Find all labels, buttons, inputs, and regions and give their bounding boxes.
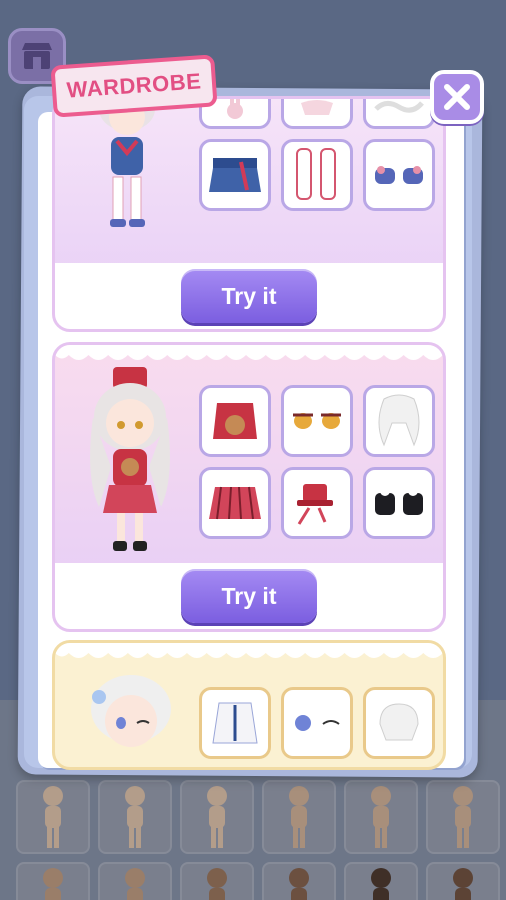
item-grid (199, 99, 435, 211)
outfit-card: Try it (52, 342, 446, 632)
plaid-skirt-icon (209, 486, 261, 520)
body-tile[interactable] (426, 862, 500, 900)
item-slot[interactable] (363, 687, 435, 759)
body-tile-grid (16, 780, 506, 900)
try-it-button[interactable]: Try it (181, 569, 317, 623)
item-slot[interactable] (281, 99, 353, 129)
body-tile[interactable] (180, 780, 254, 854)
item-slot[interactable] (281, 139, 353, 211)
outfit-footer: Try it (55, 563, 443, 629)
body-base-icon (125, 786, 145, 848)
blue-eyes-icon (295, 715, 340, 731)
item-grid (199, 385, 435, 539)
body-tile[interactable] (262, 780, 336, 854)
item-slot[interactable] (199, 385, 271, 457)
body-base-icon (371, 868, 391, 900)
shop-icon (22, 43, 52, 69)
body-tile[interactable] (344, 862, 418, 900)
body-base-icon (207, 868, 227, 900)
white-coat-icon (212, 702, 258, 744)
item-slot[interactable] (363, 139, 435, 211)
item-slot[interactable] (199, 687, 271, 759)
item-slot[interactable] (281, 385, 353, 457)
body-tile[interactable] (180, 862, 254, 900)
lace-trim (55, 643, 443, 658)
body-base-icon (289, 786, 309, 848)
close-icon (444, 84, 470, 110)
amber-eyes-icon (293, 413, 341, 429)
body-base-icon (207, 786, 227, 848)
white-stockings-icon (296, 148, 336, 200)
body-base-icon (125, 868, 145, 900)
body-base-icon (43, 786, 63, 848)
body-tile[interactable] (344, 780, 418, 854)
bunny-accessory-icon (227, 99, 243, 119)
outfit-card (52, 640, 446, 770)
body-base-icon (43, 868, 63, 900)
outfit-doll-preview (91, 675, 171, 747)
denim-skirt-icon (209, 158, 261, 192)
item-slot[interactable] (363, 385, 435, 457)
red-jacket-icon (213, 403, 257, 439)
item-slot[interactable] (281, 467, 353, 539)
outfit-doll-preview (90, 367, 170, 551)
body-tile[interactable] (262, 862, 336, 900)
close-button[interactable] (430, 70, 484, 124)
wardrobe-title: WARDROBE (65, 68, 203, 103)
black-boots-icon (375, 486, 423, 515)
body-base-icon (453, 786, 473, 848)
outfit-card: Try it (52, 96, 446, 332)
body-tile[interactable] (16, 780, 90, 854)
outfit-footer: Try it (55, 263, 443, 329)
mini-top-hat-icon (297, 484, 333, 525)
lace-trim (55, 345, 443, 360)
body-base-icon (289, 868, 309, 900)
outfit-doll-preview (99, 99, 155, 227)
body-base-icon (453, 868, 473, 900)
item-slot[interactable] (199, 139, 271, 211)
body-tile[interactable] (98, 780, 172, 854)
item-slot[interactable] (199, 467, 271, 539)
white-wavy-hair-icon (378, 394, 420, 447)
body-tile[interactable] (98, 862, 172, 900)
body-tile[interactable] (426, 780, 500, 854)
body-base-icon (371, 786, 391, 848)
item-slot[interactable] (281, 687, 353, 759)
try-it-button[interactable]: Try it (181, 269, 317, 323)
item-grid (199, 687, 435, 759)
body-tile[interactable] (16, 862, 90, 900)
white-short-hair-icon (379, 703, 419, 741)
wavy-hair-icon (374, 100, 424, 113)
item-slot[interactable] (363, 467, 435, 539)
blue-shoes-icon (375, 166, 423, 184)
skirt-icon (301, 99, 333, 115)
item-slot[interactable] (363, 99, 435, 129)
